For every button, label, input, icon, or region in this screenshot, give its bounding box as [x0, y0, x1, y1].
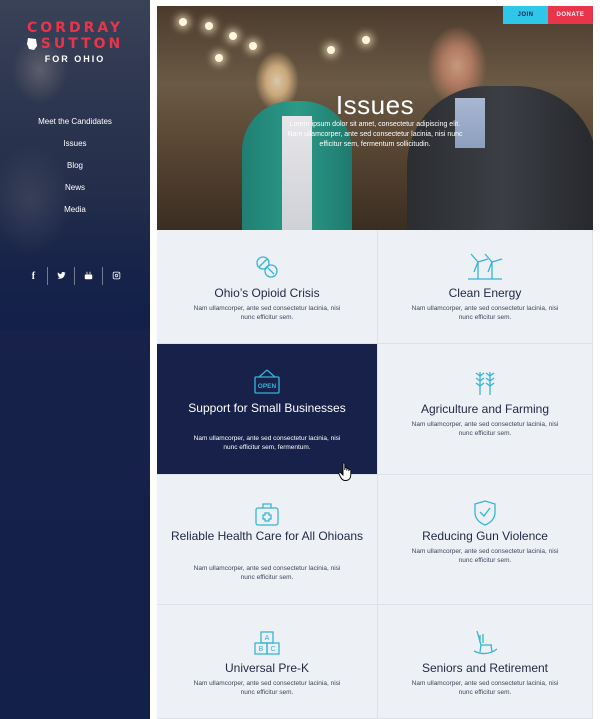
main-nav: Meet the Candidates Issues Blog News Med… — [0, 114, 150, 224]
medical-kit-icon — [254, 501, 280, 527]
shield-check-icon — [473, 499, 497, 527]
hero-banner: Issues Lorem ipsum dolor sit amet, conse… — [157, 6, 593, 230]
issue-card-clean-energy[interactable]: Clean Energy Nam ullamcorper, ante sed c… — [378, 230, 593, 344]
instagram-icon[interactable] — [103, 271, 130, 282]
issue-title: Clean Energy — [448, 286, 522, 300]
donate-button[interactable]: DONATE — [548, 6, 593, 24]
facebook-icon[interactable]: f — [20, 271, 47, 282]
issue-description: Nam ullamcorper, ante sed consectetur la… — [411, 548, 559, 564]
issue-card-universal-pre-k[interactable]: A B C Universal Pre-K Nam ullamcorper, a… — [157, 605, 378, 719]
open-sign-icon: OPEN — [253, 368, 281, 396]
youtube-icon[interactable] — [75, 271, 102, 282]
hero-light — [205, 22, 213, 30]
issue-title: Reliable Health Care for All Ohioans — [170, 529, 364, 543]
sidebar: CORDRAY SUTTON FOR OHIO Meet the Candida… — [0, 0, 150, 719]
site-logo[interactable]: CORDRAY SUTTON FOR OHIO — [0, 20, 150, 64]
abc-blocks-icon: A B C — [254, 630, 280, 656]
block-letter-b: B — [259, 646, 264, 653]
pills-icon — [254, 254, 280, 280]
hero-intro-text: Lorem ipsum dolor sit amet, consectetur … — [287, 121, 463, 148]
issue-card-health-care[interactable]: Reliable Health Care for All Ohioans Nam… — [157, 475, 378, 605]
wind-turbine-icon — [466, 250, 504, 280]
issue-title: Ohio’s Opioid Crisis — [214, 286, 320, 300]
hero-light — [179, 18, 187, 26]
hero-light — [249, 42, 257, 50]
issue-title: Universal Pre-K — [224, 661, 310, 675]
issue-description: Nam ullamcorper, ante sed consectetur la… — [193, 565, 341, 581]
rocking-chair-icon — [472, 629, 498, 657]
issue-card-opioid-crisis[interactable]: Ohio’s Opioid Crisis Nam ullamcorper, an… — [157, 230, 378, 344]
block-letter-a: A — [265, 635, 270, 642]
page-title: Issues — [335, 90, 415, 120]
social-links: f — [20, 266, 130, 286]
issue-description: Nam ullamcorper, ante sed consectetur la… — [193, 680, 341, 696]
hero-light — [362, 36, 370, 44]
hand-cursor-icon — [338, 462, 354, 482]
logo-line-for-ohio: FOR OHIO — [44, 54, 106, 64]
issue-title: Support for Small Businesses — [188, 401, 346, 415]
logo-line-cordray: CORDRAY — [27, 20, 123, 36]
issues-grid: Ohio’s Opioid Crisis Nam ullamcorper, an… — [157, 230, 593, 719]
issue-description: Nam ullamcorper, ante sed consectetur la… — [193, 305, 341, 321]
nav-item-meet-the-candidates[interactable]: Meet the Candidates — [0, 114, 150, 136]
ohio-state-icon — [26, 38, 37, 50]
logo-line-sutton-row: SUTTON — [0, 36, 150, 52]
issue-title: Agriculture and Farming — [420, 402, 550, 416]
join-button[interactable]: JOIN — [503, 6, 548, 24]
issue-card-agriculture[interactable]: Agriculture and Farming Nam ullamcorper,… — [378, 344, 593, 475]
logo-line-sutton: SUTTON — [40, 36, 124, 52]
issue-title: Seniors and Retirement — [421, 661, 549, 675]
nav-item-news[interactable]: News — [0, 180, 150, 202]
issue-card-gun-violence[interactable]: Reducing Gun Violence Nam ullamcorper, a… — [378, 475, 593, 605]
issue-description: Nam ullamcorper, ante sed consectetur la… — [411, 421, 559, 437]
nav-item-blog[interactable]: Blog — [0, 158, 150, 180]
issue-description: Nam ullamcorper, ante sed consectetur la… — [411, 680, 559, 696]
issue-description: Nam ullamcorper, ante sed consectetur la… — [193, 435, 341, 451]
issue-card-seniors-retirement[interactable]: Seniors and Retirement Nam ullamcorper, … — [378, 605, 593, 719]
open-sign-text: OPEN — [258, 383, 277, 390]
issue-title: Reducing Gun Violence — [422, 529, 548, 543]
block-letter-c: C — [270, 646, 275, 653]
hero-light — [229, 32, 237, 40]
issue-description: Nam ullamcorper, ante sed consectetur la… — [411, 305, 559, 321]
hero-light — [215, 54, 223, 62]
issue-card-small-businesses[interactable]: OPEN Support for Small Businesses Nam ul… — [157, 344, 378, 475]
twitter-icon[interactable] — [48, 271, 75, 282]
nav-item-media[interactable]: Media — [0, 202, 150, 224]
hero-light — [327, 46, 335, 54]
wheat-icon — [472, 368, 498, 396]
nav-item-issues[interactable]: Issues — [0, 136, 150, 158]
